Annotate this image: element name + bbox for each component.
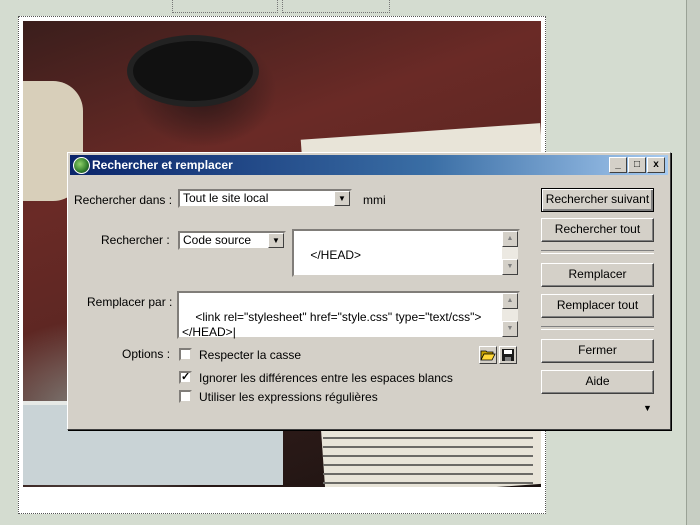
dialog-titlebar[interactable]: Rechercher et remplacer _ □ x: [70, 155, 668, 175]
ignore-whitespace-checkbox[interactable]: ✓: [179, 371, 192, 384]
top-tab-left[interactable]: [172, 0, 278, 13]
replace-button[interactable]: Remplacer: [541, 263, 654, 287]
replace-label: Remplacer par :: [87, 295, 173, 309]
app-icon: [73, 157, 90, 174]
top-tab-strip: [172, 0, 390, 14]
help-button[interactable]: Aide: [541, 370, 654, 394]
chevron-down-icon[interactable]: ▼: [334, 191, 350, 206]
replace-text: <link rel="stylesheet" href="style.css" …: [182, 310, 482, 339]
regex-checkbox[interactable]: [179, 390, 192, 403]
scroll-down-icon[interactable]: ▼: [502, 321, 518, 337]
replace-all-button[interactable]: Remplacer tout: [541, 294, 654, 318]
close-icon[interactable]: x: [647, 157, 665, 173]
expand-arrow-icon[interactable]: ▼: [643, 403, 652, 413]
ignore-whitespace-label[interactable]: Ignorer les différences entre les espace…: [199, 371, 453, 385]
find-replace-dialog: Rechercher et remplacer _ □ x Rechercher…: [67, 152, 671, 430]
search-text-field[interactable]: </HEAD> ▲ ▼: [292, 229, 520, 277]
maximize-icon[interactable]: □: [628, 157, 646, 173]
search-type-value: Code source: [183, 233, 252, 247]
search-in-label: Rechercher dans :: [74, 193, 173, 207]
search-in-suffix: mmi: [363, 193, 386, 207]
button-separator: [541, 326, 654, 330]
top-tab-right[interactable]: [282, 0, 390, 13]
chevron-down-icon[interactable]: ▼: [268, 233, 284, 248]
match-case-label[interactable]: Respecter la casse: [199, 348, 301, 362]
match-case-checkbox[interactable]: [179, 348, 192, 361]
window-controls: _ □ x: [609, 157, 665, 173]
search-type-select[interactable]: Code source ▼: [178, 231, 286, 250]
find-next-button[interactable]: Rechercher suivant: [541, 188, 654, 212]
search-scrollbar[interactable]: ▲ ▼: [502, 231, 518, 275]
regex-label[interactable]: Utiliser les expressions régulières: [199, 390, 378, 404]
save-icon[interactable]: [499, 346, 517, 364]
replace-text-field[interactable]: <link rel="stylesheet" href="style.css" …: [177, 291, 520, 339]
scroll-up-icon[interactable]: ▲: [502, 293, 518, 309]
right-panel-edge: [686, 0, 700, 525]
scroll-up-icon[interactable]: ▲: [502, 231, 518, 247]
search-in-select[interactable]: Tout le site local ▼: [178, 189, 352, 208]
button-separator: [541, 250, 654, 254]
replace-scrollbar[interactable]: ▲ ▼: [502, 293, 518, 337]
scroll-down-icon[interactable]: ▼: [502, 259, 518, 275]
find-all-button[interactable]: Rechercher tout: [541, 218, 654, 242]
page-text-lines: [323, 421, 533, 487]
search-text: </HEAD>: [310, 248, 362, 262]
close-button[interactable]: Fermer: [541, 339, 654, 363]
open-folder-icon[interactable]: [479, 346, 497, 364]
search-in-value: Tout le site local: [183, 191, 269, 205]
options-label: Options :: [122, 347, 171, 361]
search-label: Rechercher :: [101, 233, 170, 247]
minimize-icon[interactable]: _: [609, 157, 627, 173]
ashtray-shape: [133, 41, 253, 101]
dialog-title: Rechercher et remplacer: [92, 158, 233, 172]
